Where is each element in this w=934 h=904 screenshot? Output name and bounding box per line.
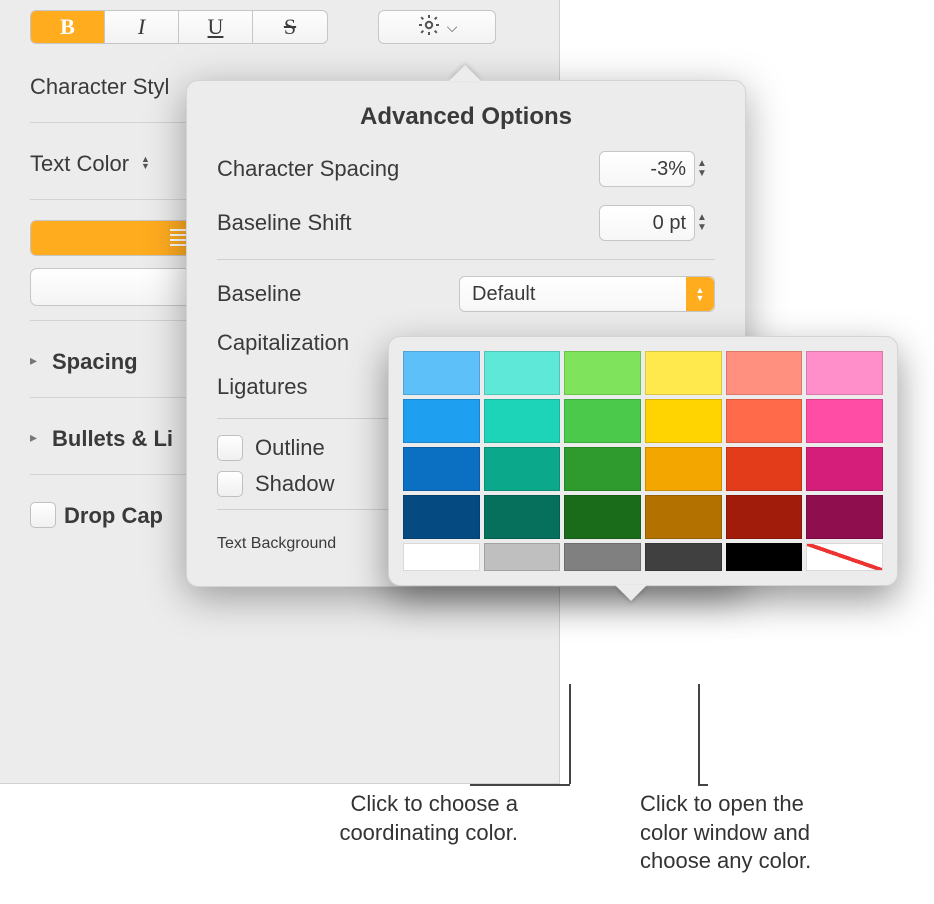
drop-cap-label: Drop Cap [64, 503, 163, 529]
gear-icon [417, 13, 441, 42]
color-swatch[interactable] [403, 495, 480, 539]
color-swatch[interactable] [806, 399, 883, 443]
callout-line [569, 684, 571, 784]
color-swatch[interactable] [645, 399, 722, 443]
character-spacing-label: Character Spacing [217, 156, 399, 182]
italic-button[interactable]: I [105, 11, 179, 43]
underline-button[interactable]: U [179, 11, 253, 43]
color-swatch[interactable] [564, 543, 641, 571]
callout-line [470, 784, 570, 786]
color-swatch[interactable] [645, 495, 722, 539]
strikethrough-button[interactable]: S [253, 11, 327, 43]
color-swatch[interactable] [403, 351, 480, 395]
color-swatch[interactable] [484, 351, 561, 395]
shadow-checkbox[interactable] [217, 471, 243, 497]
baseline-select[interactable]: Default ▲▼ [459, 276, 715, 312]
capitalization-label: Capitalization [217, 330, 349, 356]
baseline-shift-value[interactable]: 0 pt [599, 205, 695, 241]
color-swatch[interactable] [806, 447, 883, 491]
color-swatch[interactable] [403, 399, 480, 443]
callout-left: Click to choose a coordinating color. [218, 790, 518, 847]
drop-cap-checkbox[interactable] [30, 502, 56, 528]
color-swatch[interactable] [726, 399, 803, 443]
text-style-toolbar: B I U S ⌵ [30, 10, 539, 44]
color-swatch[interactable] [564, 447, 641, 491]
select-arrows-icon: ▲▼ [686, 277, 714, 311]
chevron-down-icon: ⌵ [447, 19, 458, 36]
color-swatch[interactable] [726, 543, 803, 571]
color-swatch[interactable] [645, 447, 722, 491]
shadow-label: Shadow [255, 471, 335, 497]
callout-line [698, 784, 708, 786]
color-swatch[interactable] [564, 351, 641, 395]
color-swatch[interactable] [726, 447, 803, 491]
stepper-arrows-icon[interactable]: ▲▼ [697, 206, 715, 240]
color-swatch[interactable] [484, 447, 561, 491]
color-swatch[interactable] [403, 543, 480, 571]
color-swatch[interactable] [484, 543, 561, 571]
bullets-lists-label[interactable]: Bullets & Li [52, 426, 173, 452]
color-palette-popover [388, 336, 898, 586]
text-color-label: Text Color [30, 151, 129, 177]
outline-label: Outline [255, 435, 325, 461]
updown-icon[interactable]: ▲▼ [141, 156, 150, 170]
color-swatch[interactable] [806, 495, 883, 539]
color-swatch[interactable] [645, 543, 722, 571]
advanced-options-button[interactable]: ⌵ [378, 10, 496, 44]
color-swatch[interactable] [403, 447, 480, 491]
baseline-shift-label: Baseline Shift [217, 210, 352, 236]
no-color-swatch[interactable] [806, 543, 883, 571]
divider [217, 259, 715, 260]
color-swatch[interactable] [484, 399, 561, 443]
color-swatch[interactable] [806, 351, 883, 395]
outline-checkbox[interactable] [217, 435, 243, 461]
color-swatch[interactable] [564, 495, 641, 539]
color-swatch[interactable] [726, 351, 803, 395]
callout-right: Click to open the color window and choos… [640, 790, 934, 876]
bold-button[interactable]: B [31, 11, 105, 43]
ligatures-label: Ligatures [217, 374, 308, 400]
baseline-value: Default [472, 283, 535, 306]
text-background-label: Text Background [217, 535, 336, 553]
color-swatch[interactable] [645, 351, 722, 395]
color-swatch[interactable] [726, 495, 803, 539]
baseline-label: Baseline [217, 281, 301, 307]
color-swatch[interactable] [564, 399, 641, 443]
baseline-shift-stepper[interactable]: 0 pt ▲▼ [599, 205, 715, 241]
stepper-arrows-icon[interactable]: ▲▼ [697, 152, 715, 186]
character-spacing-stepper[interactable]: -3% ▲▼ [599, 151, 715, 187]
disclosure-icon[interactable]: ▸ [30, 352, 44, 369]
character-styles-label: Character Styl [30, 74, 169, 100]
disclosure-icon[interactable]: ▸ [30, 429, 44, 446]
spacing-label[interactable]: Spacing [52, 349, 138, 375]
character-spacing-value[interactable]: -3% [599, 151, 695, 187]
color-swatch[interactable] [484, 495, 561, 539]
popover-title: Advanced Options [217, 103, 715, 131]
callout-line [698, 684, 700, 784]
color-palette-grid [403, 351, 883, 571]
